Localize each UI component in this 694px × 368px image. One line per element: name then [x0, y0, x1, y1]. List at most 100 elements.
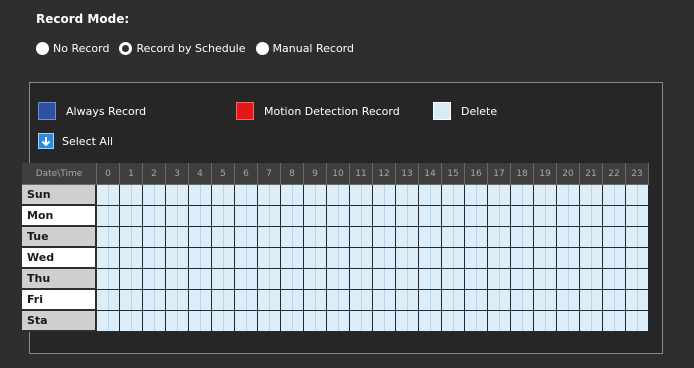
half-hour-cell[interactable]	[465, 227, 477, 247]
half-hour-cell[interactable]	[201, 269, 212, 289]
half-hour-cell[interactable]	[511, 311, 523, 331]
half-hour-cell[interactable]	[270, 227, 281, 247]
schedule-slot[interactable]	[212, 269, 235, 290]
half-hour-cell[interactable]	[247, 248, 258, 268]
half-hour-cell[interactable]	[546, 185, 557, 205]
schedule-slot[interactable]	[419, 311, 442, 332]
schedule-slot[interactable]	[97, 227, 120, 248]
half-hour-cell[interactable]	[178, 248, 189, 268]
schedule-slot[interactable]	[373, 269, 396, 290]
schedule-slot[interactable]	[212, 206, 235, 227]
schedule-slot[interactable]	[511, 311, 534, 332]
half-hour-cell[interactable]	[569, 185, 580, 205]
half-hour-cell[interactable]	[316, 290, 327, 310]
schedule-slot[interactable]	[603, 248, 626, 269]
always-record-swatch[interactable]	[38, 102, 56, 120]
half-hour-cell[interactable]	[465, 269, 477, 289]
schedule-slot[interactable]	[603, 290, 626, 311]
schedule-slot[interactable]	[120, 269, 143, 290]
half-hour-cell[interactable]	[454, 227, 465, 247]
half-hour-cell[interactable]	[132, 206, 143, 226]
half-hour-cell[interactable]	[385, 185, 396, 205]
half-hour-cell[interactable]	[327, 311, 339, 331]
half-hour-cell[interactable]	[373, 206, 385, 226]
half-hour-cell[interactable]	[523, 290, 534, 310]
half-hour-cell[interactable]	[132, 185, 143, 205]
half-hour-cell[interactable]	[638, 227, 649, 247]
half-hour-cell[interactable]	[603, 311, 615, 331]
half-hour-cell[interactable]	[419, 248, 431, 268]
schedule-slot[interactable]	[189, 248, 212, 269]
half-hour-cell[interactable]	[350, 185, 362, 205]
half-hour-cell[interactable]	[626, 248, 638, 268]
schedule-slot[interactable]	[143, 311, 166, 332]
schedule-slot[interactable]	[258, 206, 281, 227]
half-hour-cell[interactable]	[385, 227, 396, 247]
half-hour-cell[interactable]	[350, 290, 362, 310]
half-hour-cell[interactable]	[132, 311, 143, 331]
half-hour-cell[interactable]	[339, 311, 350, 331]
schedule-slot[interactable]	[557, 206, 580, 227]
half-hour-cell[interactable]	[373, 185, 385, 205]
schedule-slot[interactable]	[189, 269, 212, 290]
half-hour-cell[interactable]	[362, 227, 373, 247]
schedule-slot[interactable]	[580, 185, 603, 206]
half-hour-cell[interactable]	[258, 269, 270, 289]
half-hour-cell[interactable]	[557, 206, 569, 226]
half-hour-cell[interactable]	[546, 311, 557, 331]
half-hour-cell[interactable]	[511, 227, 523, 247]
half-hour-cell[interactable]	[454, 206, 465, 226]
half-hour-cell[interactable]	[477, 185, 488, 205]
half-hour-cell[interactable]	[281, 269, 293, 289]
half-hour-cell[interactable]	[603, 269, 615, 289]
half-hour-cell[interactable]	[327, 206, 339, 226]
schedule-slot[interactable]	[166, 248, 189, 269]
half-hour-cell[interactable]	[431, 269, 442, 289]
half-hour-cell[interactable]	[511, 248, 523, 268]
schedule-slot[interactable]	[373, 227, 396, 248]
half-hour-cell[interactable]	[488, 311, 500, 331]
schedule-slot[interactable]	[465, 311, 488, 332]
half-hour-cell[interactable]	[339, 290, 350, 310]
half-hour-cell[interactable]	[569, 206, 580, 226]
half-hour-cell[interactable]	[523, 206, 534, 226]
half-hour-cell[interactable]	[304, 206, 316, 226]
half-hour-cell[interactable]	[350, 248, 362, 268]
schedule-slot[interactable]	[166, 206, 189, 227]
half-hour-cell[interactable]	[281, 290, 293, 310]
schedule-slot[interactable]	[120, 206, 143, 227]
half-hour-cell[interactable]	[224, 269, 235, 289]
half-hour-cell[interactable]	[132, 290, 143, 310]
schedule-slot[interactable]	[258, 269, 281, 290]
half-hour-cell[interactable]	[454, 311, 465, 331]
half-hour-cell[interactable]	[155, 290, 166, 310]
half-hour-cell[interactable]	[569, 290, 580, 310]
always-record-tool[interactable]: Always Record	[38, 102, 146, 120]
half-hour-cell[interactable]	[350, 227, 362, 247]
half-hour-cell[interactable]	[270, 311, 281, 331]
half-hour-cell[interactable]	[454, 248, 465, 268]
half-hour-cell[interactable]	[304, 311, 316, 331]
schedule-slot[interactable]	[97, 290, 120, 311]
schedule-slot[interactable]	[143, 269, 166, 290]
half-hour-cell[interactable]	[534, 269, 546, 289]
half-hour-cell[interactable]	[603, 185, 615, 205]
no-record-option[interactable]: No Record	[36, 42, 109, 55]
schedule-slot[interactable]	[143, 227, 166, 248]
half-hour-cell[interactable]	[523, 269, 534, 289]
schedule-slot[interactable]	[465, 269, 488, 290]
half-hour-cell[interactable]	[442, 248, 454, 268]
half-hour-cell[interactable]	[500, 269, 511, 289]
schedule-slot[interactable]	[373, 185, 396, 206]
half-hour-cell[interactable]	[603, 290, 615, 310]
half-hour-cell[interactable]	[235, 290, 247, 310]
schedule-slot[interactable]	[534, 269, 557, 290]
half-hour-cell[interactable]	[638, 269, 649, 289]
schedule-slot[interactable]	[212, 290, 235, 311]
half-hour-cell[interactable]	[546, 248, 557, 268]
half-hour-cell[interactable]	[235, 311, 247, 331]
schedule-slot[interactable]	[350, 269, 373, 290]
half-hour-cell[interactable]	[396, 185, 408, 205]
schedule-slot[interactable]	[373, 206, 396, 227]
half-hour-cell[interactable]	[178, 227, 189, 247]
